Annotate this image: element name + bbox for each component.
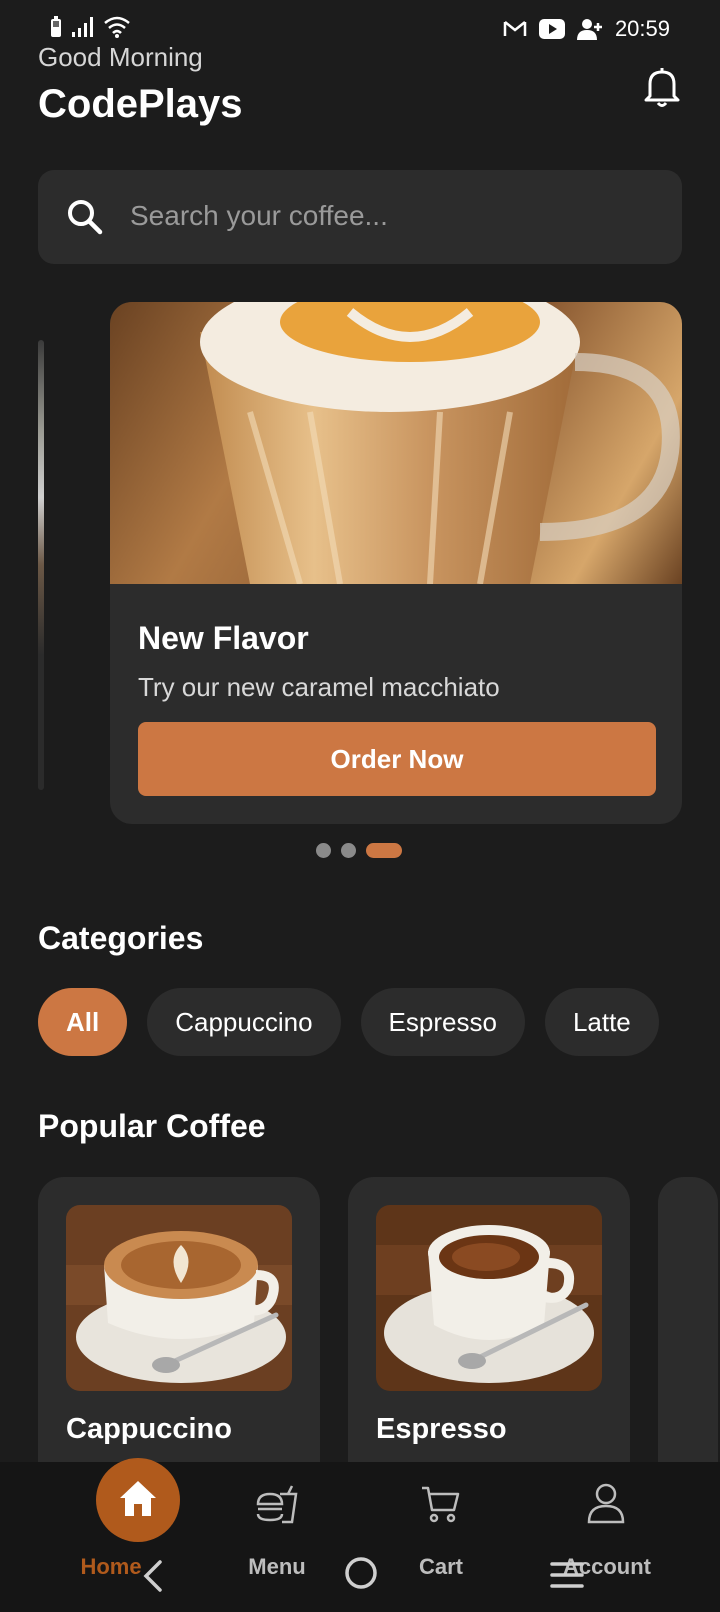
- battery-icon: [51, 16, 61, 37]
- coffee-card-peek[interactable]: [658, 1177, 718, 1497]
- categories-title: Categories: [38, 920, 204, 956]
- search-bar[interactable]: Search your coffee...: [38, 170, 682, 264]
- order-now-button[interactable]: Order Now: [138, 722, 656, 796]
- person-icon: [587, 1483, 625, 1524]
- home-icon: [120, 1481, 156, 1516]
- nav-account[interactable]: Account: [522, 1462, 692, 1612]
- banner-subtitle: Try our new caramel macchiato: [138, 672, 500, 702]
- cart-icon: [422, 1486, 460, 1523]
- nav-menu[interactable]: Menu: [192, 1462, 362, 1612]
- chip-espresso[interactable]: Espresso: [360, 988, 525, 1056]
- carousel-dot-active[interactable]: [366, 843, 402, 858]
- youtube-icon: [538, 19, 565, 39]
- coffee-card-espresso[interactable]: Espresso: [348, 1177, 630, 1497]
- bell-icon[interactable]: [640, 64, 684, 108]
- promo-banner[interactable]: New Flavor Try our new caramel macchiato…: [110, 302, 682, 824]
- carousel-indicator: [316, 843, 402, 858]
- signal-icon: [72, 17, 93, 37]
- banner-title: New Flavor: [138, 620, 309, 656]
- person-add-icon: [576, 19, 602, 40]
- espresso-image: [376, 1205, 602, 1391]
- category-chips: All Cappuccino Espresso Latte: [38, 988, 659, 1056]
- chip-latte[interactable]: Latte: [544, 988, 659, 1056]
- system-home-icon[interactable]: [344, 1556, 378, 1590]
- status-left: [50, 16, 130, 38]
- caramel-macchiato-image: [110, 302, 682, 584]
- popular-list: Cappuccino Espresso: [38, 1177, 718, 1497]
- chip-all[interactable]: All: [38, 988, 128, 1056]
- chip-cappuccino[interactable]: Cappuccino: [147, 988, 341, 1056]
- system-recents-icon[interactable]: [550, 1560, 584, 1590]
- nav-label: Home: [80, 1554, 142, 1579]
- home-active-circle: [96, 1458, 180, 1542]
- nav-cart[interactable]: Cart: [356, 1462, 526, 1612]
- wifi-icon: [104, 16, 130, 38]
- nav-home[interactable]: Home: [26, 1458, 196, 1612]
- food-icon: [256, 1485, 298, 1524]
- coffee-card-cappuccino[interactable]: Cappuccino: [38, 1177, 320, 1497]
- nav-label: Menu: [248, 1554, 306, 1579]
- nav-label: Account: [563, 1554, 651, 1579]
- search-input[interactable]: Search your coffee...: [130, 200, 388, 232]
- popular-title: Popular Coffee: [38, 1108, 266, 1144]
- gmail-icon: [503, 21, 527, 36]
- cappuccino-image: [66, 1205, 292, 1391]
- nav-label: Cart: [418, 1554, 463, 1579]
- coffee-name: Espresso: [376, 1413, 507, 1445]
- brand-title: CodePlays: [38, 82, 243, 126]
- carousel-dot[interactable]: [316, 843, 331, 858]
- status-time: 20:59: [614, 16, 670, 41]
- previous-banner-peek[interactable]: [38, 340, 44, 790]
- system-back-icon[interactable]: [140, 1558, 166, 1594]
- greeting-text: Good Morning: [38, 42, 203, 72]
- coffee-name: Cappuccino: [66, 1413, 232, 1445]
- carousel-dot[interactable]: [341, 843, 356, 858]
- status-right: 20:59: [503, 16, 670, 42]
- search-icon: [68, 200, 103, 235]
